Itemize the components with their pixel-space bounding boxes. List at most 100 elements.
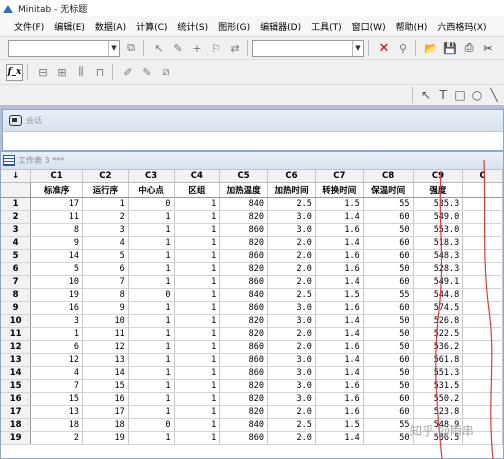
data-cell[interactable]: 522.5 [413,327,464,341]
data-cell[interactable]: 1.4 [315,327,364,341]
data-cell[interactable]: 1 [30,327,83,341]
data-cell[interactable]: 550.2 [413,392,464,406]
row-number[interactable]: 14 [1,366,32,380]
column-id-header[interactable]: C7 [315,170,364,183]
data-cell[interactable]: 8 [82,288,129,302]
data-cell[interactable]: 2.0 [267,340,316,354]
data-cell[interactable]: 1.6 [315,249,364,263]
data-cell[interactable]: 50 [363,262,414,276]
data-cell[interactable]: 60 [363,275,414,289]
data-cell[interactable]: 1 [128,431,175,445]
data-cell[interactable]: 2.5 [267,197,316,211]
data-cell[interactable]: 860 [219,340,269,354]
data-cell[interactable]: 820 [219,379,269,393]
data-cell[interactable] [462,327,503,341]
data-cell[interactable]: 17 [30,197,83,211]
data-cell[interactable]: 2.0 [267,262,316,276]
data-cell[interactable] [462,301,503,315]
data-cell[interactable]: 536.2 [413,340,464,354]
menu-tools[interactable]: 工具(T) [311,20,342,33]
data-cell[interactable] [462,353,503,367]
data-cell[interactable]: 3.0 [267,379,316,393]
data-cell[interactable]: 820 [219,405,269,419]
data-cell[interactable]: 50 [363,223,414,237]
data-cell[interactable]: 8 [30,223,83,237]
data-cell[interactable]: 3.0 [267,223,316,237]
data-cell[interactable]: 5 [30,262,83,276]
data-cell[interactable]: 7 [82,275,129,289]
data-cell[interactable]: 1 [128,236,175,250]
data-cell[interactable]: 551.3 [413,366,464,380]
data-cell[interactable]: 18 [82,418,129,432]
row-number[interactable]: 11 [1,327,32,341]
menu-file[interactable]: 文件(F) [14,20,44,33]
row-number[interactable]: 3 [1,223,32,237]
text-tool-icon[interactable]: T [435,87,451,103]
data-cell[interactable]: 4 [30,366,83,380]
data-cell[interactable]: 1 [174,275,221,289]
data-cell[interactable]: 1 [128,223,175,237]
data-cell[interactable]: 1 [174,223,221,237]
data-cell[interactable]: 50 [363,431,414,445]
data-cell[interactable]: 12 [30,353,83,367]
flag-icon[interactable]: ⚐ [208,40,224,56]
data-cell[interactable]: 2 [30,431,83,445]
data-cell[interactable]: 60 [363,210,414,224]
data-cell[interactable] [462,262,503,276]
data-cell[interactable] [462,197,503,211]
data-cell[interactable]: 820 [219,236,269,250]
data-cell[interactable]: 1 [128,249,175,263]
data-cell[interactable]: 1.4 [315,431,364,445]
data-cell[interactable]: 11 [30,210,83,224]
data-cell[interactable]: 60 [363,405,414,419]
data-cell[interactable]: 820 [219,327,269,341]
session-titlebar[interactable]: 会话 [3,110,503,132]
data-cell[interactable]: 1.6 [315,262,364,276]
data-cell[interactable]: 1 [174,340,221,354]
data-cell[interactable]: 1 [128,392,175,406]
data-cell[interactable]: 1.5 [315,197,364,211]
data-cell[interactable]: 10 [82,314,129,328]
data-cell[interactable]: 2.0 [267,275,316,289]
data-cell[interactable]: 1 [174,366,221,380]
data-cell[interactable]: 55 [363,418,414,432]
column-name-cell[interactable] [462,182,503,198]
data-cell[interactable]: 1.5 [315,418,364,432]
save-icon[interactable]: 💾 [442,40,458,56]
select-arrow-icon[interactable]: ↖ [418,87,434,103]
data-cell[interactable]: 860 [219,431,269,445]
data-cell[interactable]: 2.5 [267,418,316,432]
data-cell[interactable]: 3 [82,223,129,237]
search-icon[interactable]: ⚲ [395,40,411,56]
edit-icon[interactable]: ✎ [139,64,155,80]
menu-stat[interactable]: 统计(S) [177,20,208,33]
data-entry-arrow-icon[interactable]: ↓ [1,170,32,183]
menu-data[interactable]: 数据(A) [95,20,126,33]
worksheet-window[interactable]: 工作表 3 *** ↓ C1 C2 C3 C4 C5 C6 C7 C8 C9 C 标准序 运行序 中心点区… [0,151,504,459]
data-cell[interactable]: 19 [30,288,83,302]
data-cell[interactable]: 9 [82,301,129,315]
data-cell[interactable]: 526.8 [413,314,464,328]
insert-columns-icon[interactable]: ⫼ [73,64,89,80]
data-cell[interactable]: 1 [128,301,175,315]
column-id-header[interactable]: C9 [413,170,464,183]
column-name-cell[interactable]: 中心点 [128,182,175,198]
data-cell[interactable]: 820 [219,210,269,224]
data-cell[interactable]: 1 [174,431,221,445]
data-cell[interactable]: 3.0 [267,210,316,224]
brush-icon[interactable]: ✐ [120,64,136,80]
row-number[interactable]: 12 [1,340,32,354]
column-name-cell[interactable]: 加热温度 [219,182,269,198]
data-cell[interactable]: 528.3 [413,262,464,276]
column-id-header[interactable]: C2 [82,170,129,183]
data-cell[interactable]: 860 [219,223,269,237]
data-cell[interactable]: 16 [82,392,129,406]
data-cell[interactable]: 1 [128,366,175,380]
data-cell[interactable]: 1 [174,249,221,263]
formula-icon[interactable]: f_x [6,63,23,81]
row-number[interactable]: 19 [1,431,32,445]
data-cell[interactable]: 1.4 [315,353,364,367]
data-cell[interactable] [462,392,503,406]
data-cell[interactable]: 544.8 [413,288,464,302]
data-cell[interactable]: 574.5 [413,301,464,315]
